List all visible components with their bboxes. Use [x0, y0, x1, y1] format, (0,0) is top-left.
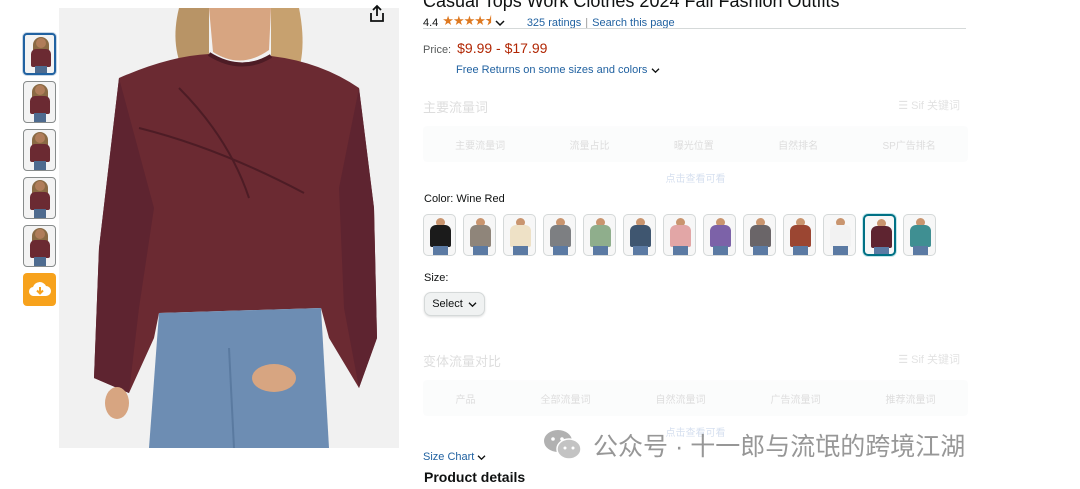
panel-right-label[interactable]: ☰ Sif 关键词 [898, 97, 960, 113]
swatch-model-jeans [633, 246, 648, 255]
swatch-model-jeans [913, 246, 928, 255]
product-photo-illustration [59, 8, 399, 448]
panel-table-header: 产品 全部流量词 自然流量词 广告流量词 推荐流量词 [423, 380, 968, 416]
rating-row: 4.4 ★★★★⯨ 325 ratings | Search this page [423, 12, 675, 34]
size-chart-link[interactable]: Size Chart [423, 451, 486, 463]
color-swatch-wine-red[interactable] [863, 214, 896, 256]
color-label: Color: Wine Red [424, 193, 505, 205]
chevron-down-icon[interactable] [495, 19, 505, 27]
panel-col: 广告流量词 [770, 394, 821, 406]
swatch-model-jeans [874, 247, 889, 254]
panel-col: SP广告排名 [882, 140, 936, 152]
panel-col: 自然排名 [778, 140, 819, 152]
panel-col: 自然流量词 [655, 394, 706, 406]
swatch-model-jeans [553, 246, 568, 255]
product-details-heading: Product details [424, 469, 526, 485]
thumbnail-3[interactable] [23, 129, 56, 171]
cloud-download-button[interactable] [23, 273, 56, 306]
main-product-image[interactable] [59, 8, 399, 448]
swatch-shirt-color [630, 225, 651, 247]
star-rating-icon[interactable]: ★★★★⯨ [442, 12, 492, 34]
thumbnail-2[interactable] [23, 81, 56, 123]
thumbnail-5[interactable] [23, 225, 56, 267]
price-label: Price: [423, 44, 452, 56]
size-label: Size: [424, 272, 449, 284]
wechat-logo-icon [543, 428, 583, 462]
panel-table-header: 主要流量词 流量占比 曝光位置 自然排名 SP广告排名 [423, 126, 968, 162]
swatch-shirt-color [871, 226, 892, 248]
plugin-panel-variant-traffic: 变体流量对比 ☰ Sif 关键词 产品 全部流量词 自然流量词 广告流量词 推荐… [423, 351, 968, 439]
chevron-down-icon [651, 67, 660, 73]
color-swatch-navy-blue[interactable] [623, 214, 656, 256]
swatch-model-jeans [473, 246, 488, 255]
thumbnail-1[interactable] [23, 33, 56, 75]
panel-col: 全部流量词 [540, 394, 591, 406]
chevron-down-icon [477, 454, 486, 460]
color-swatch-teal[interactable] [903, 214, 936, 256]
swatch-shirt-color [510, 225, 531, 247]
panel-title: 变体流量对比 [423, 354, 502, 369]
swatch-shirt-color [910, 225, 931, 247]
size-select-value: Select [432, 298, 463, 310]
share-button[interactable] [368, 4, 386, 24]
color-swatch-sage-green[interactable] [583, 214, 616, 256]
color-swatch-black[interactable] [423, 214, 456, 256]
divider [423, 28, 966, 29]
swatch-shirt-color [550, 225, 571, 247]
size-dropdown[interactable]: Select [424, 292, 485, 316]
swatch-shirt-color [750, 225, 771, 247]
watermark: 公众号 · 十一郎与流氓的跨境江湖 [543, 427, 965, 463]
panel-right-label[interactable]: ☰ Sif 关键词 [898, 351, 960, 367]
panel-col: 主要流量词 [455, 140, 506, 152]
swatch-shirt-color [470, 225, 491, 247]
swatch-model-jeans [593, 246, 608, 255]
cloud-download-icon [28, 281, 51, 296]
panel-link[interactable]: 点击查看可看 [423, 170, 968, 185]
swatch-shirt-color [430, 225, 451, 247]
color-swatch-pink[interactable] [663, 214, 696, 256]
swatch-model-jeans [673, 246, 688, 255]
panel-col: 推荐流量词 [885, 394, 936, 406]
price-row: Price: $9.99 - $17.99 [423, 40, 547, 56]
swatch-model-jeans [833, 246, 848, 255]
color-swatch-white[interactable] [823, 214, 856, 256]
color-swatch-purple[interactable] [703, 214, 736, 256]
swatch-model-jeans [713, 246, 728, 255]
plugin-panel-traffic-keywords: 主要流量词 ☰ Sif 关键词 主要流量词 流量占比 曝光位置 自然排名 SP广… [423, 97, 968, 185]
color-swatch-brick-red[interactable] [783, 214, 816, 256]
panel-title: 主要流量词 [423, 100, 489, 115]
panel-col: 曝光位置 [673, 140, 714, 152]
watermark-text: 公众号 · 十一郎与流氓的跨境江湖 [593, 433, 966, 461]
price-value: $9.99 - $17.99 [457, 40, 548, 56]
swatch-model-jeans [433, 246, 448, 255]
swatch-shirt-color [830, 225, 851, 247]
swatch-shirt-color [710, 225, 731, 247]
swatch-shirt-color [790, 225, 811, 247]
product-title: Casual Tops Work Clothes 2024 Fall Fashi… [423, 0, 840, 11]
panel-col: 产品 [455, 394, 476, 406]
swatch-shirt-color [670, 225, 691, 247]
swatch-model-jeans [753, 246, 768, 255]
thumbnail-strip [23, 33, 56, 306]
free-returns-text: Free Returns on some sizes and colors [456, 64, 648, 76]
color-swatch-apricot[interactable] [503, 214, 536, 256]
swatch-model-jeans [513, 246, 528, 255]
size-chart-text: Size Chart [423, 451, 475, 463]
color-swatch-dark-gray[interactable] [743, 214, 776, 256]
free-returns-link[interactable]: Free Returns on some sizes and colors [456, 64, 660, 76]
thumbnail-4[interactable] [23, 177, 56, 219]
panel-col: 流量占比 [569, 140, 610, 152]
color-swatch-khaki-gray[interactable] [463, 214, 496, 256]
swatch-model-jeans [793, 246, 808, 255]
share-icon [370, 4, 384, 22]
color-swatch-list [423, 214, 936, 256]
swatch-shirt-color [590, 225, 611, 247]
chevron-down-icon [468, 301, 477, 307]
color-swatch-gray[interactable] [543, 214, 576, 256]
